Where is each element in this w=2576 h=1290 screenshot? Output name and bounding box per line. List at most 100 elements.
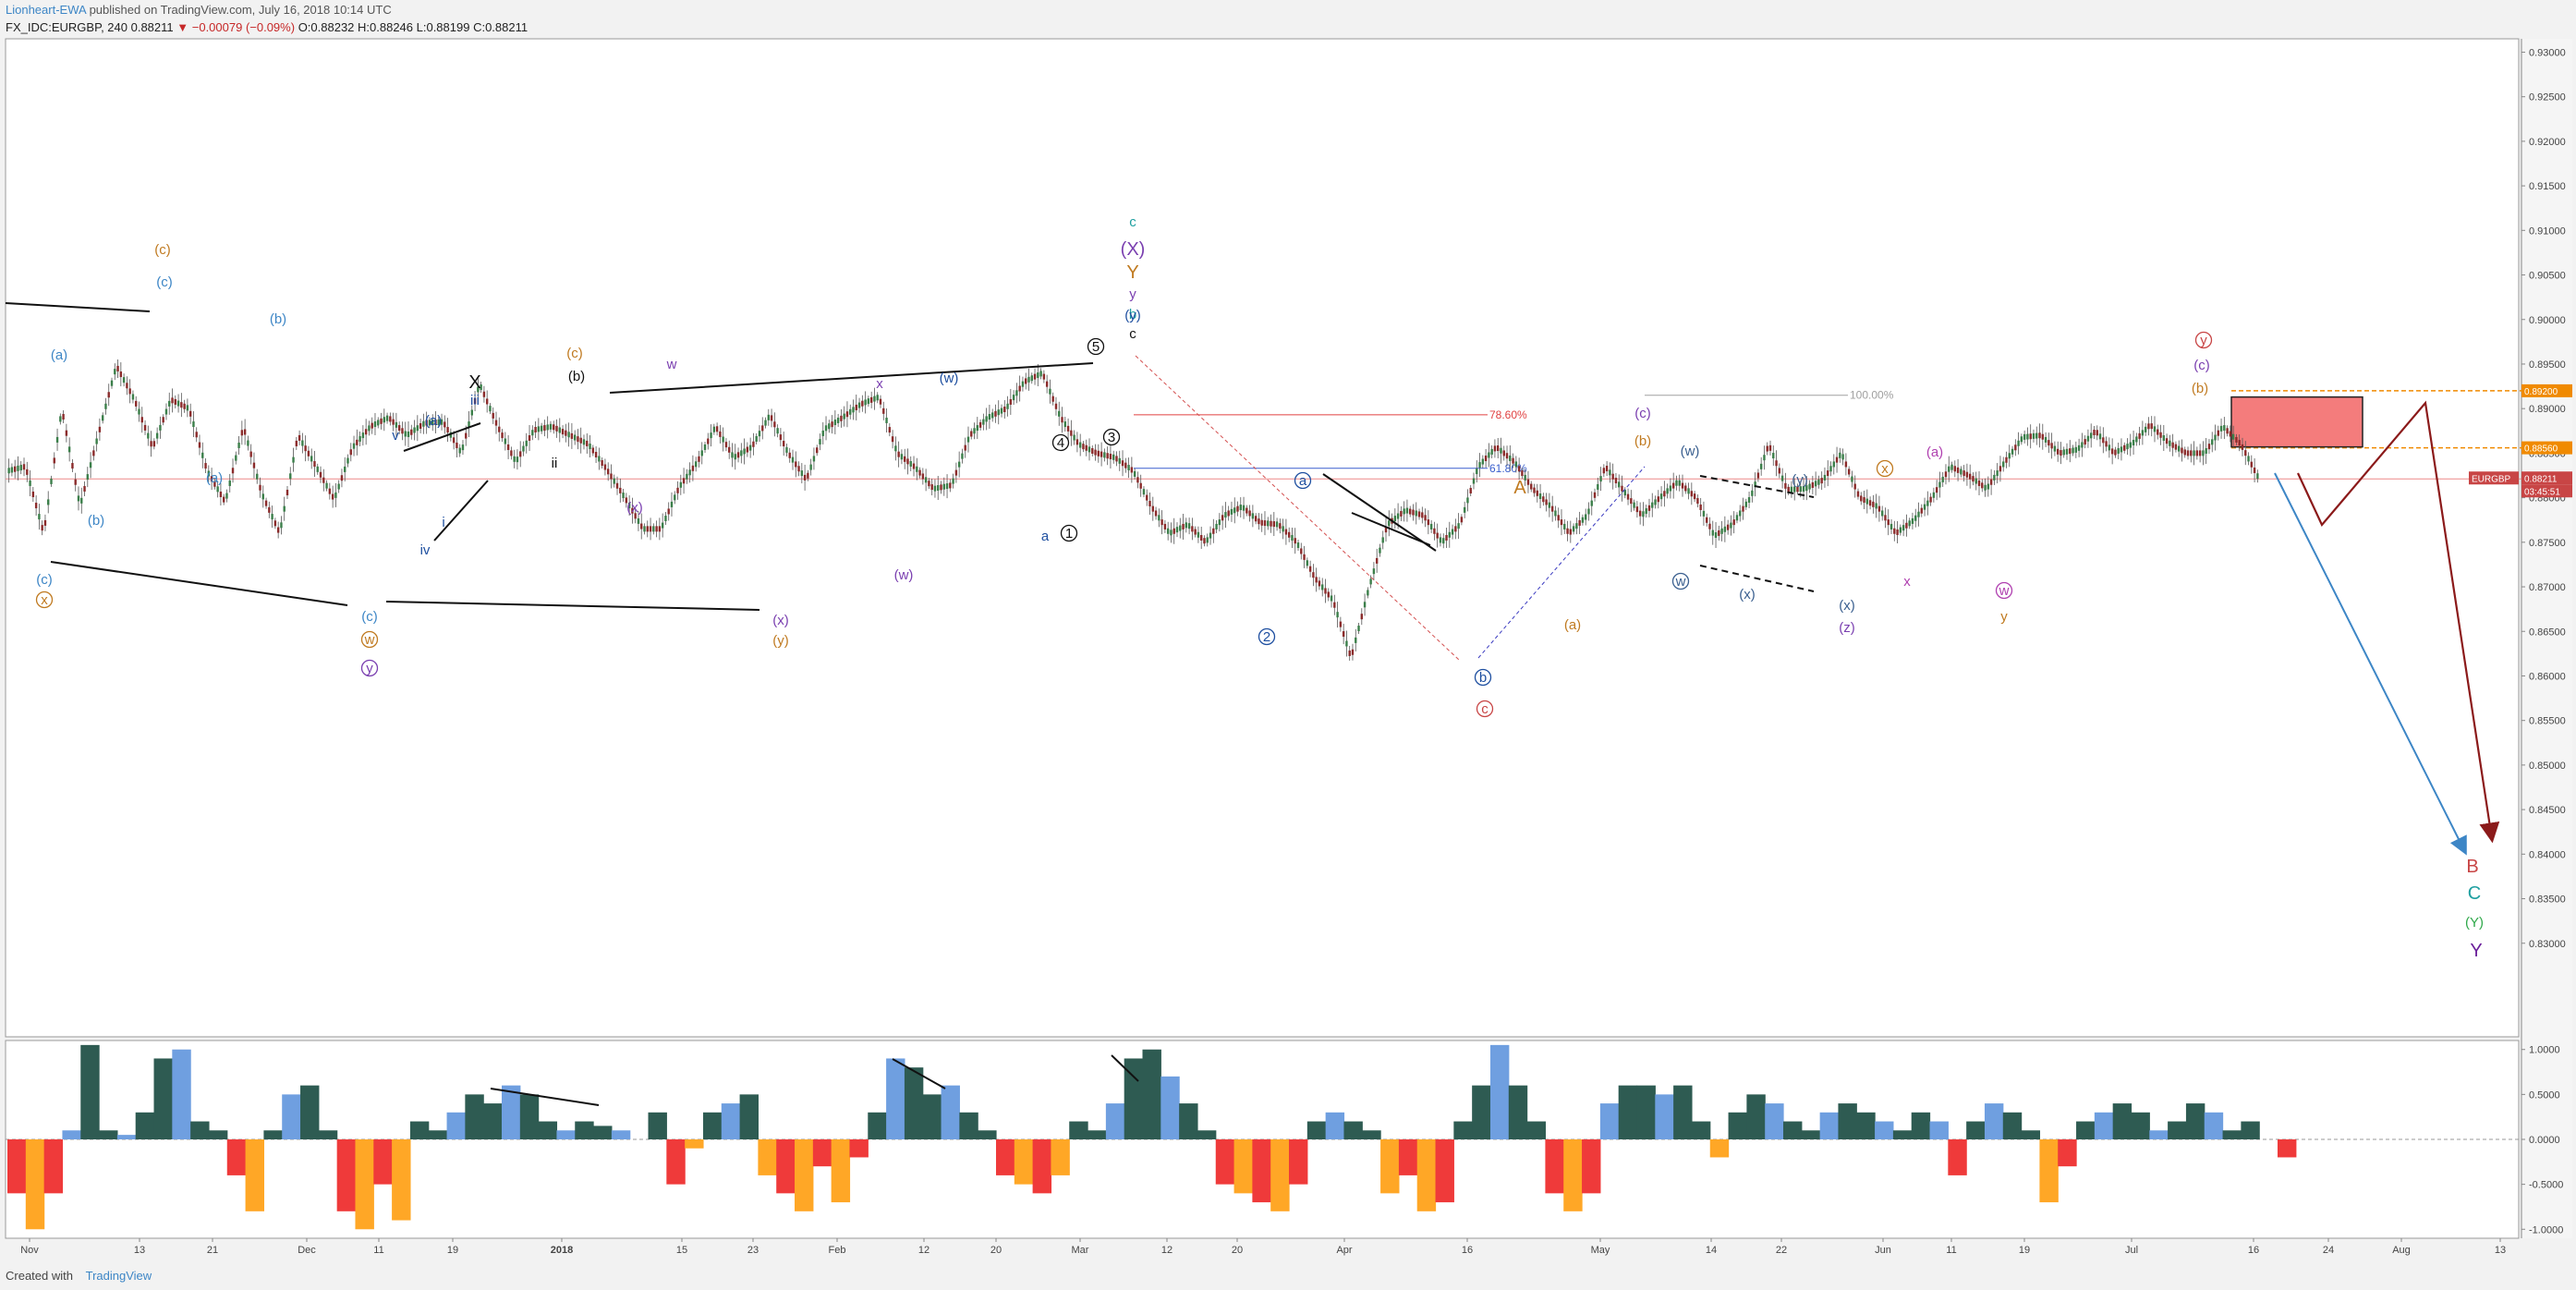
candle-body [1851,476,1853,482]
candle-body [1905,522,1908,529]
oscillator-bar [1838,1103,1857,1139]
wave-label: y [1129,286,1136,302]
candle-body [195,432,198,438]
candle-body [2008,453,2011,459]
candle-body [392,419,395,425]
candle-body [1030,375,1033,382]
candle-body [1360,614,1364,620]
oscillator-bar [941,1085,960,1139]
candle-body [1521,470,1524,477]
price-label-text: 0.89200 [2524,387,2558,397]
candle-body [1536,490,1538,496]
candle-body [1136,477,1139,483]
candle-body [2041,433,2044,440]
candle-body [1908,520,1911,527]
oscillator-bar [1435,1139,1454,1203]
candle-body [192,421,195,428]
candle-body [1817,479,1820,485]
candle-body [531,430,534,436]
oscillator-bar [1526,1121,1547,1139]
candle-body [1784,482,1787,489]
candle-body [1977,480,1981,486]
candle-body [1070,430,1073,436]
candle-body [74,479,77,485]
candle-body [1049,388,1051,395]
candle-body [577,436,579,443]
candle-body [1272,521,1276,528]
candle-body [373,421,377,428]
candle-body [1545,499,1548,505]
candle-body [104,403,107,409]
wave-label: (c) [566,346,583,361]
candle-body [1975,478,1977,484]
candle-body [719,431,722,437]
candle-body [1315,577,1318,583]
candle-body [2123,444,2126,451]
candle-body [561,429,565,435]
candle-body [1318,580,1321,587]
candle-body [2144,426,2147,432]
chart-canvas[interactable]: 0.83000 0.83500 0.84000 0.84500 0.85000 0.855… [0,0,2576,1290]
candle-body [1605,466,1609,472]
candle-body [864,399,867,406]
tradingview-brand[interactable]: TradingView [86,1269,152,1283]
oscillator-bar [1215,1139,1235,1185]
candle-body [1590,500,1593,506]
candle-body [1690,491,1694,497]
candle-body [501,432,504,439]
candle-body [688,469,691,476]
candle-body [1355,637,1357,643]
oscillator-bar [1270,1139,1290,1211]
candle-body [1412,509,1415,516]
y-tick-label: 0.92000 [2529,137,2566,148]
candle-body [1097,450,1100,456]
candle-body [1348,650,1351,656]
candle-body [990,412,994,419]
wave-label: (w) [1681,444,1700,459]
candle-body [1375,557,1379,564]
candle-body [1684,485,1687,492]
oscillator-bar [1599,1103,1620,1139]
candle-body [1263,520,1267,527]
candle-body [1877,505,1881,512]
candle-body [1417,511,1421,517]
candle-body [114,369,116,375]
osc-y-tick-label: 0.5000 [2529,1089,2560,1101]
candle-body [1993,474,1996,481]
candle-body [2169,440,2171,446]
candle-body [565,430,567,436]
candle-body [724,442,728,448]
candle-body [1396,513,1400,519]
oscillator-bar [1563,1139,1583,1211]
oscillator-bar [392,1139,411,1221]
oscillator-bar [1142,1049,1161,1139]
candle-body [1645,508,1647,515]
wave-label: 4 [1057,435,1064,451]
candle-body [698,456,700,462]
oscillator-bar [1105,1103,1125,1139]
candle-body [1863,497,1865,504]
wave-label: a [1041,529,1050,544]
oscillator-bar [1014,1139,1034,1185]
y-tick-label: 0.83500 [2529,894,2566,906]
candle-body [1003,406,1006,412]
candle-body [98,426,102,432]
candle-body [2102,437,2105,444]
candle-body [1926,500,1929,506]
candle-body [861,400,864,407]
candle-body [1336,612,1339,618]
oscillator-bar [1801,1130,1821,1139]
candle-body [1587,508,1590,515]
candle-body [237,442,240,448]
wave-label: (y) [772,633,789,649]
candle-body [1853,483,1856,490]
candle-body [1300,548,1303,554]
candle-body [933,485,937,492]
candle-body [80,497,83,504]
candle-body [410,429,413,435]
oscillator-bar [1948,1139,1967,1175]
candle-body [788,452,791,458]
wave-label: i [442,515,444,530]
candle-body [1400,510,1403,517]
candle-body [252,462,256,469]
